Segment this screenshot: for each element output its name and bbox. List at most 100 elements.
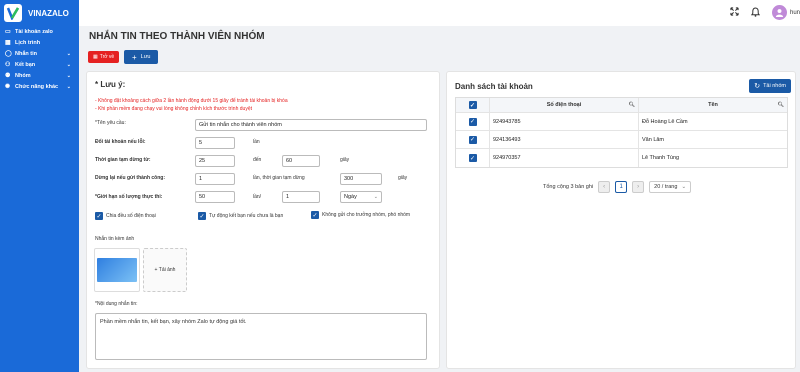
limit-per-label: lần/	[253, 194, 262, 200]
request-name-input[interactable]: Gửi tin nhắn cho thành viên nhóm	[195, 119, 427, 131]
total-records: Tổng cộng 3 bản ghi	[543, 184, 594, 190]
sidebar-item-label: Tài khoản zalo	[15, 28, 53, 35]
current-page[interactable]: 1	[615, 181, 628, 193]
limit-period-value: Ngày	[344, 194, 357, 200]
pagination: Tổng cộng 3 bản ghi ‹ 1 › 20 / trang ⌄	[543, 181, 692, 193]
chevron-down-icon: ⌄	[66, 50, 71, 57]
table-row[interactable]: ✓ 924970357 Lê Thanh Tùng	[456, 149, 787, 167]
skip-admin-checkbox[interactable]: ✓	[311, 211, 319, 219]
search-icon[interactable]: 🔍︎	[778, 102, 784, 108]
page-size-value: 20 / trang	[654, 184, 678, 190]
select-all-checkbox[interactable]: ✓	[468, 101, 477, 109]
pause-label: Thời gian tạm dừng từ:	[95, 157, 151, 163]
note-1: - Không đặt khoảng cách giữa 2 lần hành …	[95, 98, 288, 104]
logo-icon	[4, 4, 22, 22]
prev-page-button[interactable]: ‹	[598, 181, 611, 193]
limit-period-select[interactable]: Ngày ⌄	[340, 191, 382, 203]
search-icon[interactable]: 🔍︎	[629, 102, 635, 108]
table-row[interactable]: ✓ 924943785 Đỗ Hoàng Lê Cầm	[456, 113, 787, 131]
column-header-name: Tên	[708, 102, 718, 108]
bell-icon[interactable]	[750, 6, 761, 19]
sidebar-item-label: Nhắn tin	[15, 50, 37, 57]
attach-label: Nhắn tin kèm ảnh	[95, 236, 135, 242]
sidebar-item-label: Kết bạn	[15, 61, 36, 68]
user-name: hun	[789, 9, 800, 16]
pause-to-label: đến	[253, 157, 262, 163]
back-icon: ▦	[93, 54, 98, 60]
accounts-panel: Danh sách tài khoản ↻ Tải nhóm ✓ Số điện…	[446, 71, 796, 369]
switch-account-label: Đổi tài khoản nếu lỗi:	[95, 139, 146, 145]
request-name-label: *Tên yêu cầu:	[95, 120, 126, 126]
upload-image-button[interactable]: + Tải ảnh	[143, 248, 187, 292]
stop-success-pause-input[interactable]: 300	[340, 173, 382, 185]
chevron-down-icon: ⌄	[66, 83, 71, 90]
name-cell: Đỗ Hoàng Lê Cầm	[642, 118, 688, 125]
save-button[interactable]: + Lưu	[124, 50, 159, 64]
note-2: - Khi phần mềm đang chạy vui lòng không …	[95, 106, 252, 112]
stop-success-mid: lần, thời gian tạm dừng	[253, 175, 305, 181]
limit-label: *Giới hạn số lượng thực thi:	[95, 194, 163, 200]
load-groups-button[interactable]: ↻ Tải nhóm	[749, 79, 791, 93]
switch-account-input[interactable]: 5	[195, 137, 235, 149]
next-page-button[interactable]: ›	[632, 181, 645, 193]
column-header-phone: Số điện thoại	[546, 102, 582, 108]
user-add-icon: ⚇	[5, 62, 11, 68]
skip-admin-label: Không gửi cho trưởng nhóm, phó nhóm	[322, 212, 411, 218]
save-button-label: Lưu	[140, 54, 151, 60]
brand-name: VINAZALO	[28, 8, 69, 18]
pause-unit: giây	[340, 157, 350, 163]
limit-input[interactable]: 50	[195, 191, 235, 203]
row-checkbox[interactable]: ✓	[468, 135, 477, 144]
phone-cell: 924136493	[490, 131, 639, 148]
message-label: *Nội dung nhắn tin:	[95, 301, 138, 307]
brand[interactable]: VINAZALO	[0, 0, 79, 26]
monitor-icon: ▭	[5, 29, 11, 35]
sidebar-item[interactable]: ⚉ Nhóm ⌄	[0, 70, 79, 81]
accounts-heading: Danh sách tài khoản	[455, 82, 533, 91]
page-size-select[interactable]: 20 / trang ⌄	[649, 181, 692, 193]
sidebar-item-label: Nhóm	[15, 72, 31, 79]
user-menu[interactable]: hun	[771, 5, 800, 20]
sidebar-item[interactable]: ⚇ Kết bạn ⌄	[0, 59, 79, 70]
auto-friend-label: Tự động kết bạn nếu chưa là bạn	[209, 213, 284, 219]
topbar: hun	[79, 0, 800, 26]
pause-to-input[interactable]: 60	[282, 155, 320, 167]
chevron-down-icon: ⌄	[66, 61, 71, 68]
stop-success-unit: giây	[398, 175, 408, 181]
sidebar-item[interactable]: ▦ Lịch trình	[0, 37, 79, 48]
chevron-down-icon: ⌄	[66, 72, 71, 79]
accounts-table: ✓ Số điện thoại 🔍︎ Tên 🔍︎ ✓ 924943785 Đỗ…	[455, 97, 788, 168]
refresh-icon: ↻	[754, 83, 761, 90]
sidebar-item[interactable]: ▭ Tài khoản zalo	[0, 26, 79, 37]
back-button[interactable]: ▦ Trở về	[88, 51, 120, 63]
pause-from-input[interactable]: 25	[195, 155, 235, 167]
sidebar-item[interactable]: ◯ Nhắn tin ⌄	[0, 48, 79, 59]
sidebar-item-label: Lịch trình	[15, 39, 41, 46]
switch-account-unit: lần	[253, 139, 260, 145]
sidebar: VINAZALO ▭ Tài khoản zalo ▦ Lịch trình ◯ Nhắn…	[0, 0, 79, 372]
table-header: ✓ Số điện thoại 🔍︎ Tên 🔍︎	[456, 98, 787, 113]
row-checkbox[interactable]: ✓	[468, 117, 477, 126]
sidebar-item[interactable]: ✺ Chức năng khác ⌄	[0, 81, 79, 92]
message-textarea[interactable]: Phần mềm nhắn tin, kết bạn, xây nhóm Zal…	[95, 313, 427, 360]
group-icon: ⚉	[5, 73, 11, 79]
load-groups-label: Tải nhóm	[763, 83, 786, 89]
row-checkbox[interactable]: ✓	[468, 154, 477, 162]
attached-image-thumbnail[interactable]	[94, 248, 140, 292]
name-cell: Lê Thanh Tùng	[642, 155, 680, 161]
split-phone-label: Chia đều số điện thoại	[106, 213, 156, 219]
fullscreen-icon[interactable]	[730, 7, 739, 18]
back-button-label: Trở về	[99, 54, 115, 60]
chat-icon: ◯	[5, 51, 12, 57]
stop-success-input[interactable]: 1	[195, 173, 235, 185]
avatar	[771, 5, 787, 20]
phone-cell: 924943785	[490, 113, 639, 130]
phone-cell: 924970357	[490, 149, 639, 167]
split-phone-checkbox[interactable]: ✓	[95, 212, 103, 220]
auto-friend-checkbox[interactable]: ✓	[198, 212, 206, 220]
settings-panel: * Lưu ý: - Không đặt khoảng cách giữa 2 …	[86, 71, 440, 369]
table-row[interactable]: ✓ 924136493 Văn Lâm	[456, 131, 787, 149]
settings-icon: ✺	[5, 84, 11, 90]
limit-per-input[interactable]: 1	[282, 191, 320, 203]
notes-heading: * Lưu ý:	[95, 80, 126, 89]
